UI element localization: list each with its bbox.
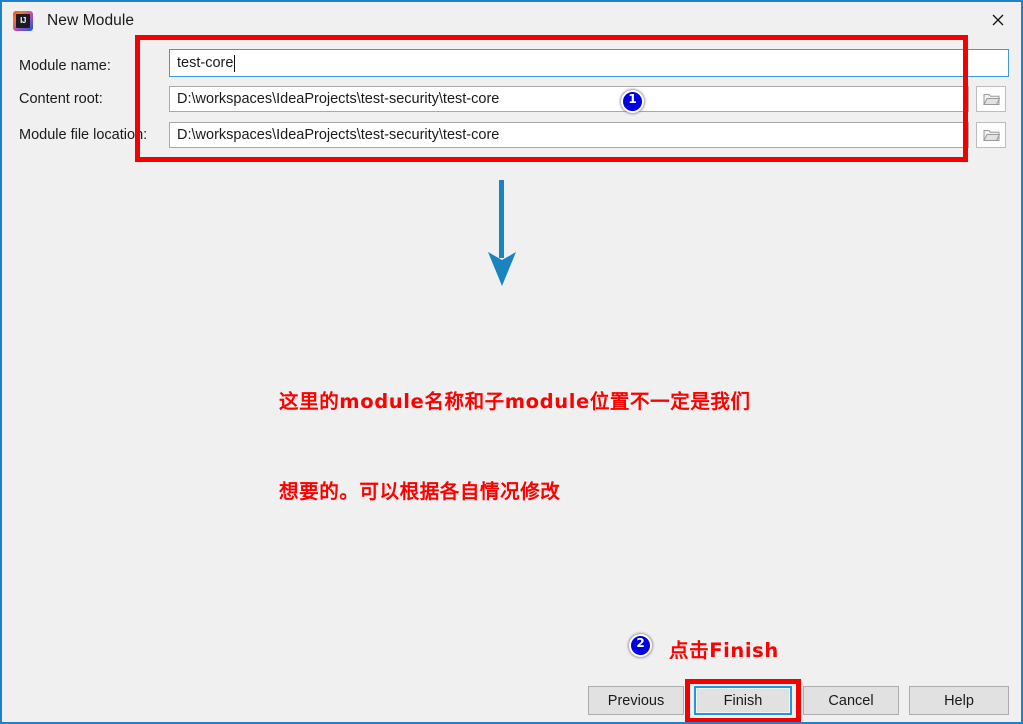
module-file-location-input[interactable]: D:\workspaces\IdeaProjects\test-security… (169, 122, 969, 148)
step-badge-1: 1 (621, 90, 644, 113)
previous-button[interactable]: Previous (588, 686, 684, 715)
close-button[interactable] (975, 2, 1021, 38)
module-file-location-value: D:\workspaces\IdeaProjects\test-security… (177, 127, 500, 143)
folder-icon (982, 130, 1000, 141)
module-file-location-label: Module file location: (19, 127, 148, 143)
folder-icon (982, 94, 1000, 105)
content-root-browse-button[interactable] (976, 86, 1006, 112)
intellij-idea-icon: IJ (13, 10, 33, 31)
close-icon (992, 14, 1004, 26)
content-root-value: D:\workspaces\IdeaProjects\test-security… (177, 91, 500, 107)
finish-button[interactable]: Finish (694, 686, 792, 715)
module-name-input[interactable]: test-core (169, 49, 1009, 77)
annotation-note-finish: 点击Finish (669, 639, 779, 662)
module-file-location-browse-button[interactable] (976, 122, 1006, 148)
annotation-note-main-line1: 这里的module名称和子module位置不一定是我们 (279, 390, 751, 413)
module-name-value: test-core (177, 55, 234, 71)
cancel-button[interactable]: Cancel (803, 686, 899, 715)
down-arrow-icon (480, 180, 524, 293)
step-badge-2: 2 (629, 634, 652, 657)
content-root-label: Content root: (19, 91, 103, 107)
module-name-label: Module name: (19, 58, 111, 74)
annotation-note-main: 这里的module名称和子module位置不一定是我们 想要的。可以根据各自情况… (279, 327, 751, 567)
title-bar: IJ New Module (2, 2, 1021, 39)
annotation-note-main-line2: 想要的。可以根据各自情况修改 (279, 480, 561, 503)
text-caret (234, 54, 236, 72)
window-title: New Module (47, 11, 135, 29)
new-module-dialog: IJ New Module Module name: Content root:… (0, 0, 1023, 724)
content-root-input[interactable]: D:\workspaces\IdeaProjects\test-security… (169, 86, 969, 112)
help-button[interactable]: Help (909, 686, 1009, 715)
